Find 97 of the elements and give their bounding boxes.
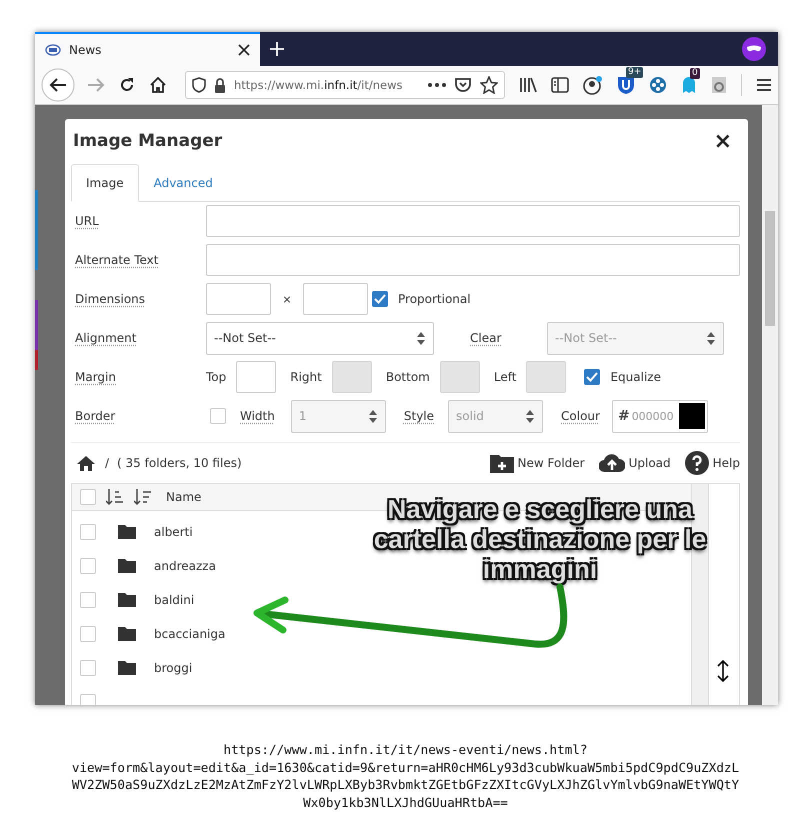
updown-arrow-icon	[707, 332, 715, 344]
back-icon[interactable]	[41, 68, 75, 102]
url-caption: view=form&layout=edit&a_id=1630&catid=9&return=aHR0cHM6Ly93d3cubWkuaW5mbi5pdC9pdC9uZXdzL	[70, 758, 740, 776]
resize-icon[interactable]	[717, 659, 729, 683]
checkbox[interactable]	[584, 369, 600, 385]
checkbox[interactable]	[80, 558, 96, 574]
field-label: Width	[240, 409, 275, 423]
shield-extension-icon[interactable]	[617, 75, 635, 95]
folder-name[interactable]: baldini	[154, 593, 194, 607]
url-caption: WV2ZW50aS9uZXdzLzE2MzAtZmFzY2lvLWRpLXByb3RvbmktZGEtbGFzZXItcGVyLXJhZGlvYmlvbG9naWEtYWQtY	[70, 776, 740, 794]
upload-icon	[598, 453, 625, 473]
scrollbar[interactable]	[762, 105, 778, 705]
folder-icon	[118, 593, 136, 607]
checkbox[interactable]	[372, 291, 388, 307]
extension-badge: 9+	[626, 67, 644, 78]
tab[interactable]: Image	[71, 164, 139, 202]
alternate-text-field[interactable]	[206, 244, 740, 276]
browser-tab[interactable]: News	[35, 32, 260, 66]
tab-title: News	[69, 43, 102, 57]
checkbox[interactable]	[80, 489, 96, 505]
times-sign: ×	[281, 292, 293, 306]
star-icon[interactable]	[480, 76, 498, 94]
height-field[interactable]	[303, 283, 368, 315]
library-icon[interactable]	[519, 77, 537, 93]
checkbox[interactable]	[80, 626, 96, 642]
menu-icon[interactable]	[756, 78, 772, 92]
annotation-text: Navigare e scegliere una cartella destinazione per le immagini	[372, 494, 708, 584]
field-label: Dimensions	[74, 292, 146, 306]
field-label: URL	[74, 214, 100, 228]
extension-badge: 0	[690, 68, 700, 79]
url-field[interactable]	[206, 205, 740, 237]
margin-label: Top	[206, 370, 226, 384]
close-button[interactable]: ×	[714, 128, 732, 154]
updown-arrow-icon	[417, 332, 425, 344]
upload-button[interactable]: Upload	[598, 453, 671, 473]
sort-icon[interactable]	[106, 488, 124, 506]
field-label: Clear	[470, 331, 502, 345]
folder-plus-icon	[490, 453, 514, 473]
margin-field[interactable]	[236, 361, 276, 393]
field-label: Border	[74, 409, 116, 423]
home-icon[interactable]	[77, 456, 95, 470]
checkbox-label: Proportional	[398, 292, 471, 306]
account-icon[interactable]	[583, 75, 603, 95]
new-tab-icon[interactable]	[270, 42, 284, 56]
address-bar[interactable]: https://www.mi.infn.it/it/news	[185, 71, 505, 99]
url-caption: https://www.mi.infn.it/it/news-eventi/news.html?	[222, 741, 588, 758]
tab[interactable]: Advanced	[138, 164, 228, 202]
close-icon[interactable]	[238, 44, 250, 56]
field-label: Margin	[74, 370, 117, 384]
folder-name[interactable]: broggi	[154, 661, 192, 675]
colour-field[interactable]: #000000	[612, 400, 708, 432]
column-header[interactable]: Name	[166, 490, 202, 504]
field-label: Colour	[561, 409, 600, 423]
folder-name[interactable]: alberti	[154, 525, 193, 539]
folder-name[interactable]: bcaccianiga	[154, 627, 226, 641]
sidebar-icon[interactable]	[551, 77, 569, 93]
lock-icon	[214, 78, 226, 92]
scrollbar-thumb[interactable]	[765, 211, 775, 326]
text-extension-icon[interactable]	[711, 76, 727, 94]
field-label: Alternate Text	[74, 253, 160, 267]
folder-icon	[118, 627, 136, 641]
help-button[interactable]: Help	[684, 451, 740, 475]
reload-icon[interactable]	[119, 77, 135, 93]
mask-icon[interactable]	[742, 37, 766, 61]
folder-path: /	[105, 456, 110, 470]
width-field[interactable]	[206, 283, 271, 315]
sort-icon[interactable]	[134, 488, 152, 506]
folder-count: ( 35 folders, 10 files)	[117, 456, 242, 470]
checkbox-label: Equalize	[610, 370, 661, 384]
checkbox[interactable]	[80, 524, 96, 540]
field-label: Alignment	[74, 331, 138, 345]
folder-button[interactable]: New Folder	[490, 453, 585, 473]
folder-icon	[118, 661, 136, 675]
ghost-icon[interactable]	[681, 76, 697, 94]
dialog-title: Image Manager	[73, 131, 224, 151]
updown-arrow-icon	[368, 410, 377, 422]
margin-label: Right	[290, 370, 322, 384]
alignment-select[interactable]: --Not Set--	[206, 322, 434, 354]
pocket-icon[interactable]	[454, 77, 472, 93]
home-icon[interactable]	[149, 77, 167, 93]
margin-label: Bottom	[386, 370, 430, 384]
margin-label: Left	[494, 370, 516, 384]
logo-icon	[45, 43, 61, 57]
address-text: https://www.mi.infn.it/it/news	[234, 78, 404, 92]
folder-name[interactable]: andreazza	[154, 559, 216, 573]
game-controller-icon[interactable]	[649, 76, 667, 94]
url-caption: Wx0by1kb3NlLXJhdGUuaHRtbA==	[302, 794, 509, 811]
more-icon[interactable]	[428, 83, 446, 87]
checkbox[interactable]	[80, 592, 96, 608]
help-icon	[684, 451, 709, 475]
updown-arrow-icon	[526, 410, 534, 422]
field-label: Style	[404, 409, 434, 423]
checkbox[interactable]	[210, 408, 226, 424]
folder-icon	[118, 525, 136, 539]
folder-icon	[118, 559, 136, 573]
checkbox[interactable]	[80, 660, 96, 676]
shield-icon	[192, 77, 206, 93]
